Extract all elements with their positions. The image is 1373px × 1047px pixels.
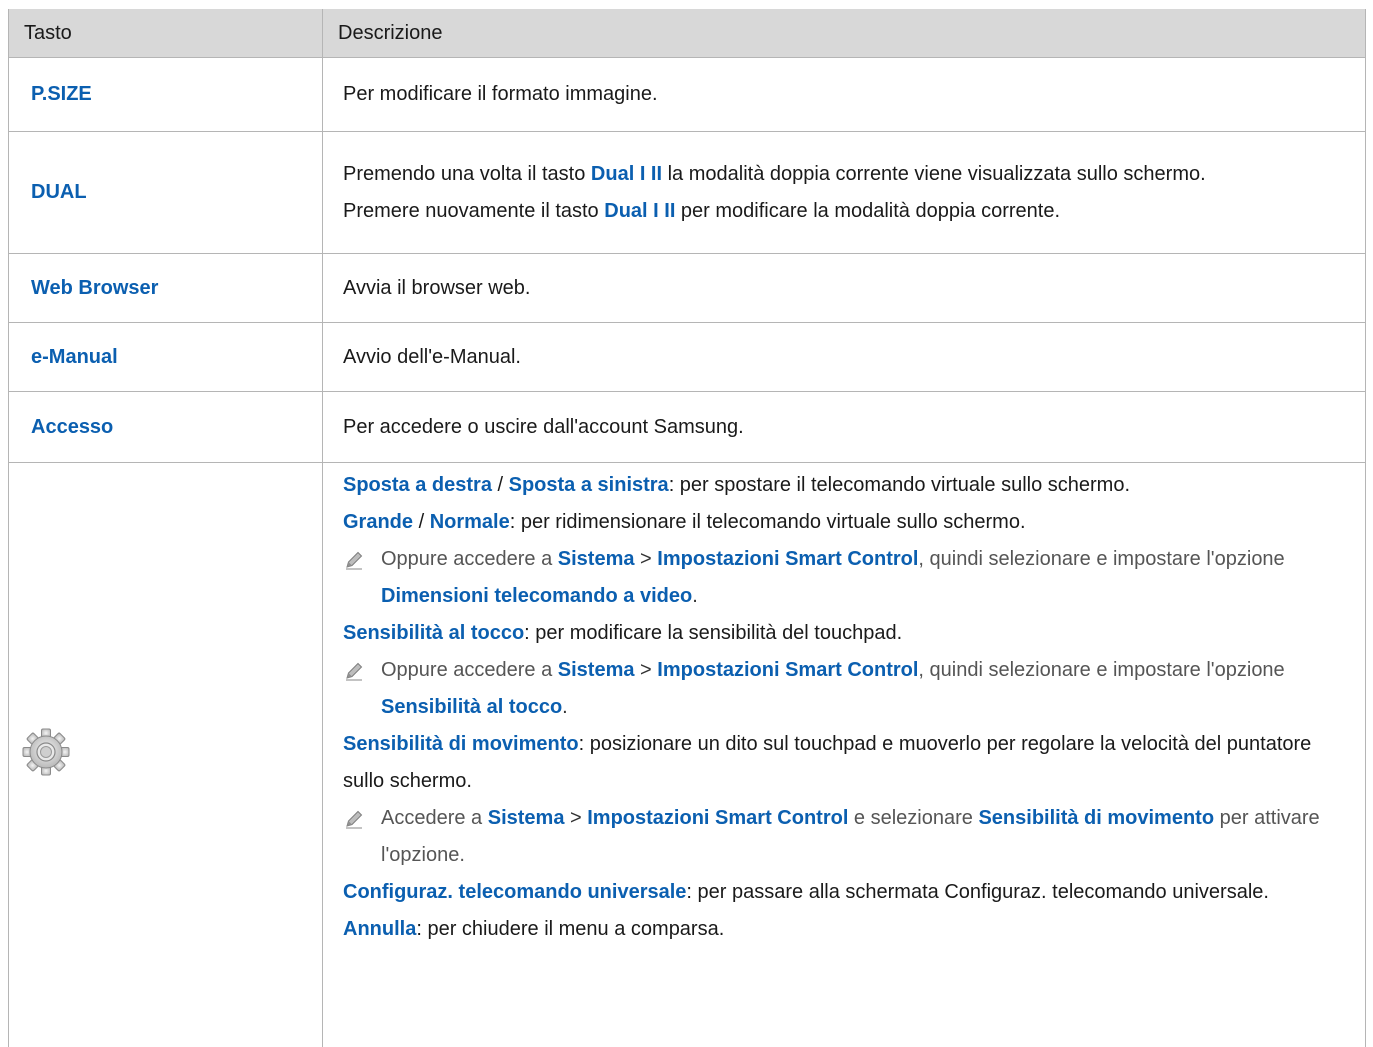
dual-key-ref: Dual I II [590, 162, 663, 185]
desc-line: Premendo una volta il tasto Dual I II la… [343, 162, 1206, 185]
desc-line: Sposta a destra / Sposta a sinistra: per… [343, 474, 1131, 496]
desc-cell: Avvio dell'e-Manual. [322, 322, 1366, 392]
desc-line: Premere nuovamente il tasto Dual I II pe… [343, 199, 1061, 222]
table-row: DUAL Premendo una volta il tasto Dual I … [8, 131, 1366, 254]
key-e-manual: e-Manual [31, 345, 118, 368]
key-description-table: Tasto Descrizione P.SIZE Per modificare … [8, 9, 1366, 1047]
pencil-icon [343, 652, 381, 689]
header-descrizione: Descrizione [322, 9, 1366, 58]
desc-line: Annulla: per chiudere il menu a comparsa… [343, 918, 725, 940]
key-cell: Web Browser [8, 253, 323, 323]
table-row: e-Manual Avvio dell'e-Manual. [8, 322, 1366, 392]
key-accesso: Accesso [31, 415, 114, 438]
gear-icon [21, 728, 71, 782]
desc-line: Sensibilità al tocco: per modificare la … [343, 622, 903, 644]
key-cell: P.SIZE [8, 57, 323, 132]
key-psize: P.SIZE [31, 83, 92, 105]
table-row: Web Browser Avvia il browser web. [8, 253, 1366, 323]
desc-text: Avvia il browser web. [343, 276, 531, 299]
note: Oppure accedere a Sistema > Impostazioni… [343, 541, 1355, 615]
key-cell [8, 462, 323, 1047]
desc-text: Per accedere o uscire dall'account Samsu… [343, 415, 744, 438]
desc-line: Grande / Normale: per ridimensionare il … [343, 511, 1026, 533]
key-dual: DUAL [31, 181, 87, 203]
pencil-icon [343, 541, 381, 578]
header-tasto: Tasto [8, 9, 323, 58]
desc-line: Configuraz. telecomando universale: per … [343, 881, 1269, 903]
desc-cell: Per accedere o uscire dall'account Samsu… [322, 391, 1366, 463]
table-row: Sposta a destra / Sposta a sinistra: per… [8, 462, 1366, 1047]
note: Accedere a Sistema > Impostazioni Smart … [343, 800, 1355, 874]
desc-text: Per modificare il formato immagine. [343, 83, 658, 105]
key-cell: e-Manual [8, 322, 323, 392]
table-row: Accesso Per accedere o uscire dall'accou… [8, 391, 1366, 463]
table-row: P.SIZE Per modificare il formato immagin… [8, 57, 1366, 132]
desc-line: Sensibilità di movimento: posizionare un… [343, 733, 1312, 792]
note: Oppure accedere a Sistema > Impostazioni… [343, 652, 1355, 726]
key-cell: Accesso [8, 391, 323, 463]
dual-key-ref: Dual I II [604, 199, 676, 222]
desc-cell: Sposta a destra / Sposta a sinistra: per… [322, 462, 1366, 1047]
key-cell: DUAL [8, 131, 323, 254]
pencil-icon [343, 800, 381, 837]
desc-cell: Per modificare il formato immagine. [322, 57, 1366, 132]
desc-cell: Avvia il browser web. [322, 253, 1366, 323]
desc-text: Avvio dell'e-Manual. [343, 345, 521, 368]
key-web-browser: Web Browser [31, 276, 159, 299]
table-header-row: Tasto Descrizione [8, 9, 1366, 58]
desc-cell: Premendo una volta il tasto Dual I II la… [322, 131, 1366, 254]
